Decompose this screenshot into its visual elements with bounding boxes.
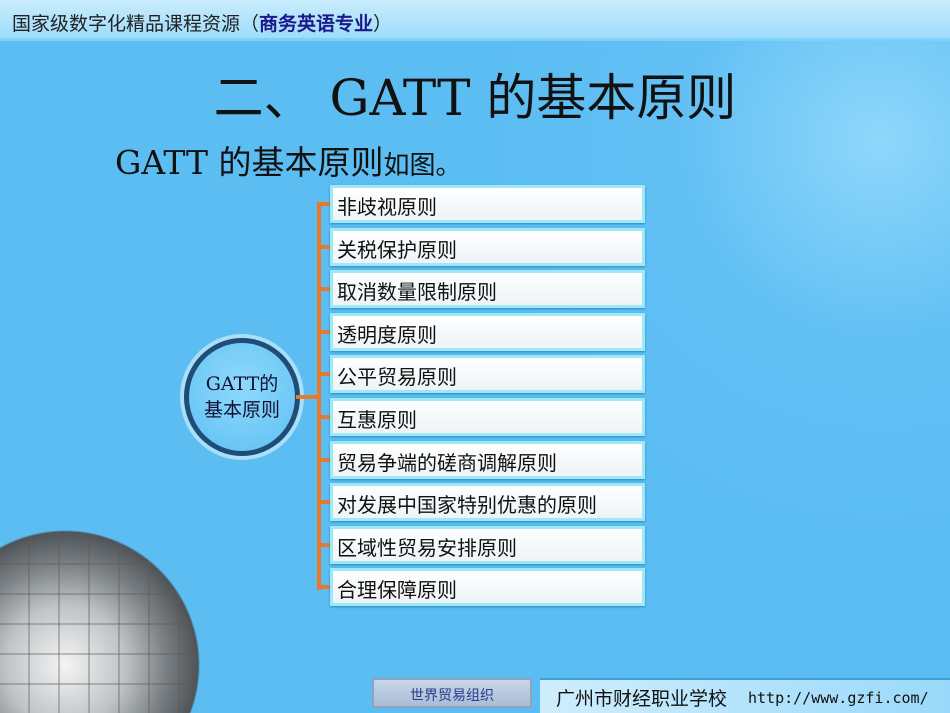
principle-box: 贸易争端的磋商调解原则 [330,440,645,479]
footer-school: 广州市财经职业学校 [556,688,728,710]
principle-box: 区域性贸易安排原则 [330,525,645,564]
principle-box: 透明度原则 [330,312,645,351]
course-title: 国家级数字化精品课程资源 [12,13,241,35]
branch-connector [317,287,331,292]
principle-box: 关税保护原则 [330,227,645,266]
subtitle-tail: 如图。 [383,151,462,181]
footer-url[interactable]: http://www.gzfi.com/ [748,689,929,707]
paren-close: ） [373,13,393,35]
major-name: 商务英语专业 [259,13,374,35]
center-line1: GATT的 [205,373,279,395]
globe-icon [0,530,200,713]
paren-open: （ [240,13,260,35]
branch-connector [317,457,331,462]
principle-box: 取消数量限制原则 [330,270,645,309]
principle-box: 合理保障原则 [330,568,645,607]
vertical-connector [317,204,321,590]
slide-subtitle: GATT 的基本原则如图。 [115,136,462,184]
principle-box: 对发展中国家特别优惠的原则 [330,483,645,522]
branch-connector [317,244,331,249]
branch-connector [317,202,331,206]
principle-box: 非歧视原则 [330,185,645,223]
branch-connector [317,542,331,547]
branch-connector [317,500,331,505]
center-node: GATT的基本原则 [184,338,300,456]
header-title: 国家级数字化精品课程资源（商务英语专业） [12,9,392,36]
subtitle-main: GATT 的基本原则 [115,143,384,182]
branch-connector [317,415,331,419]
branch-connector [317,372,331,377]
principle-box: 公平贸易原则 [330,355,645,394]
principle-box: 互惠原则 [330,398,645,436]
footer-wto-button[interactable]: 世界贸易组织 [372,678,532,708]
header-bar: 国家级数字化精品课程资源（商务英语专业） [0,0,950,41]
branch-connector [317,585,331,590]
center-line2: 基本原则 [203,399,280,421]
branch-connector [317,329,331,334]
slide-title: 二、 GATT 的基本原则 [213,69,737,127]
